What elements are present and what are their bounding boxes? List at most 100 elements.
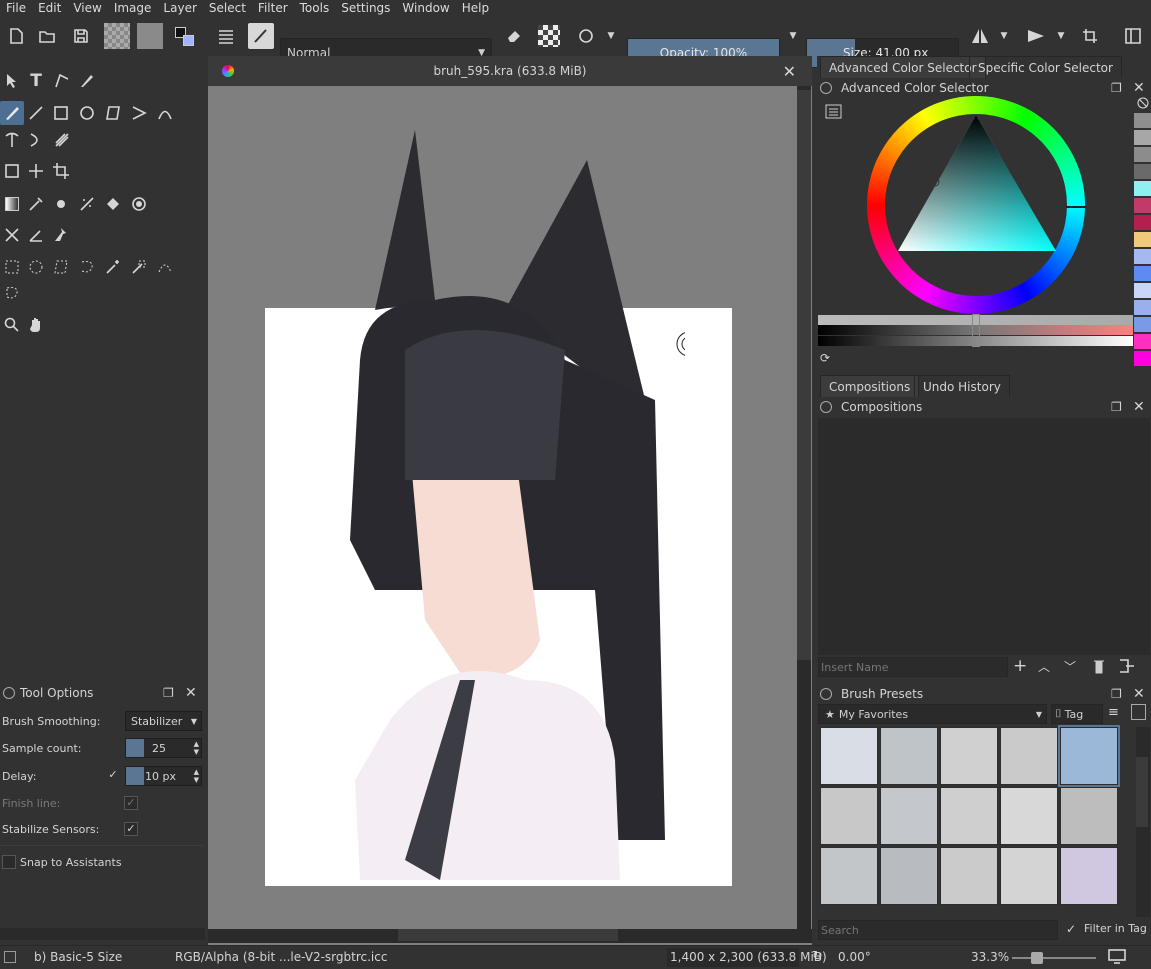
tool-options-scrollbar[interactable] <box>0 928 205 940</box>
multibrush-tool-icon[interactable] <box>50 128 74 152</box>
status-rotation[interactable]: 0.00° <box>838 950 871 964</box>
menu-help[interactable]: Help <box>456 0 495 17</box>
zoom-slider-handle[interactable] <box>1031 952 1043 964</box>
magic-wand-tool-icon[interactable] <box>101 255 125 279</box>
close-icon[interactable]: ✕ <box>185 685 197 701</box>
gradient-icon[interactable] <box>137 23 163 49</box>
gradient-tool-icon[interactable] <box>0 192 24 216</box>
transform-tool-icon[interactable] <box>0 159 24 183</box>
enclose-fill-tool-icon[interactable] <box>127 192 151 216</box>
similar-selection-tool-icon[interactable] <box>127 255 151 279</box>
brush-icon[interactable] <box>4 951 16 963</box>
freehand-selection-tool-icon[interactable] <box>75 255 99 279</box>
calligraphy-tool-icon[interactable] <box>75 69 99 93</box>
spin-arrows-icon[interactable]: ▲ ▼ <box>194 768 199 784</box>
brush-preset-thumbnail[interactable] <box>1000 787 1058 845</box>
preset-search-input[interactable] <box>818 920 1058 940</box>
select-shapes-tool-icon[interactable] <box>0 69 24 93</box>
text-tool-icon[interactable]: T <box>24 69 48 93</box>
split-view-icon[interactable] <box>1131 704 1146 720</box>
chevron-down-icon[interactable]: ▼ <box>1054 23 1068 49</box>
reload-preset-icon[interactable] <box>573 23 599 49</box>
delete-icon[interactable] <box>1092 658 1106 677</box>
color-swatch[interactable] <box>1134 351 1151 366</box>
rect-selection-tool-icon[interactable] <box>0 255 24 279</box>
polygon-selection-tool-icon[interactable] <box>49 255 73 279</box>
close-icon[interactable]: ✕ <box>783 62 796 81</box>
add-icon[interactable]: + <box>1013 656 1027 676</box>
tag-filter-select[interactable]: ★ My Favorites ▼ <box>818 704 1047 724</box>
lock-icon[interactable] <box>820 401 832 413</box>
fill-tool-icon[interactable] <box>101 192 125 216</box>
save-icon[interactable] <box>68 23 94 49</box>
brush-settings-icon[interactable] <box>213 23 239 49</box>
workspace-icon[interactable] <box>1120 23 1146 49</box>
edit-shapes-tool-icon[interactable] <box>50 69 74 93</box>
tab-advanced-color-selector[interactable]: Advanced Color Selector <box>820 56 986 78</box>
export-icon[interactable] <box>1118 658 1136 677</box>
assistant-tool-icon[interactable] <box>0 223 24 247</box>
brush-preset-thumbnail[interactable] <box>820 847 878 905</box>
mirror-vertical-icon[interactable] <box>1023 23 1049 49</box>
magnetic-selection-tool-icon[interactable] <box>0 281 24 305</box>
freehand-path-tool-icon[interactable] <box>0 128 24 152</box>
clear-color-icon[interactable] <box>1137 97 1149 109</box>
tab-compositions[interactable]: Compositions <box>820 375 920 397</box>
fill-pattern-icon[interactable] <box>104 23 130 49</box>
brush-preset-thumbnail[interactable] <box>880 787 938 845</box>
bezier-selection-tool-icon[interactable] <box>153 255 177 279</box>
snap-to-assistants-checkbox[interactable] <box>2 855 16 869</box>
color-picker-tool-icon[interactable] <box>24 192 48 216</box>
lock-icon[interactable] <box>820 82 832 94</box>
composition-name-input[interactable] <box>818 657 1008 677</box>
canvas-horizontal-scrollbar[interactable] <box>208 929 812 943</box>
menu-image[interactable]: Image <box>108 0 158 17</box>
new-document-icon[interactable] <box>3 23 29 49</box>
chevron-down-icon[interactable]: ▼ <box>997 23 1011 49</box>
freehand-brush-tool-icon[interactable] <box>0 101 24 125</box>
brush-preset-thumbnail[interactable] <box>1058 725 1120 787</box>
color-swatch[interactable] <box>1134 215 1151 230</box>
delay-checkbox[interactable]: ✓ <box>106 769 120 783</box>
stabilize-sensors-checkbox[interactable]: ✓ <box>124 822 138 836</box>
move-tool-icon[interactable] <box>24 159 48 183</box>
color-swatch[interactable] <box>1134 130 1151 145</box>
color-swatch[interactable] <box>1134 232 1151 247</box>
color-swatch[interactable] <box>1134 147 1151 162</box>
delay-spinbox[interactable]: 10 px ▲ ▼ <box>125 766 202 786</box>
ellipse-tool-icon[interactable] <box>75 101 99 125</box>
menu-window[interactable]: Window <box>396 0 455 17</box>
color-swatch[interactable] <box>1134 198 1151 213</box>
move-up-icon[interactable]: ︿ <box>1038 658 1050 675</box>
fg-bg-color-icon[interactable] <box>171 23 197 49</box>
move-down-icon[interactable]: ﹀ <box>1064 658 1076 675</box>
brush-preset-thumbnail[interactable] <box>1060 847 1118 905</box>
brush-smoothing-select[interactable]: Stabilizer ▼ <box>125 711 202 731</box>
mirror-horizontal-icon[interactable] <box>967 23 993 49</box>
chevron-down-icon[interactable]: ▼ <box>786 23 800 49</box>
color-swatch[interactable] <box>1134 164 1151 179</box>
status-color-space[interactable]: RGB/Alpha (8-bit ...le-V2-srgbtrc.icc <box>175 950 387 964</box>
close-icon[interactable]: ✕ <box>1133 686 1145 702</box>
menu-edit[interactable]: Edit <box>32 0 67 17</box>
wrap-around-icon[interactable] <box>1077 23 1103 49</box>
brush-preset-thumbnail[interactable] <box>880 847 938 905</box>
document-tab[interactable]: bruh_595.kra (633.8 MiB) ✕ <box>208 56 812 86</box>
dynamic-brush-tool-icon[interactable] <box>24 128 48 152</box>
finish-line-checkbox[interactable]: ✓ <box>124 796 138 810</box>
crop-tool-icon[interactable] <box>49 159 73 183</box>
color-swatch[interactable] <box>1134 249 1151 264</box>
menu-settings[interactable]: Settings <box>335 0 396 17</box>
presets-scrollbar[interactable] <box>1136 727 1150 917</box>
spin-arrows-icon[interactable]: ▲ ▼ <box>194 740 199 756</box>
zoom-slider[interactable] <box>1012 957 1096 959</box>
brush-preset-thumbnail[interactable] <box>940 787 998 845</box>
float-icon[interactable]: ❐ <box>1111 687 1122 701</box>
view-menu-icon[interactable]: ≡ <box>1108 705 1119 720</box>
close-icon[interactable]: ✕ <box>1133 80 1145 96</box>
brush-preset-thumbnail[interactable] <box>1000 727 1058 785</box>
close-icon[interactable]: ✕ <box>1133 399 1145 415</box>
tab-undo-history[interactable]: Undo History <box>914 375 1010 397</box>
status-dimensions[interactable]: 1,400 x 2,300 (633.8 MiB) <box>670 950 827 964</box>
colorize-mask-tool-icon[interactable] <box>49 192 73 216</box>
